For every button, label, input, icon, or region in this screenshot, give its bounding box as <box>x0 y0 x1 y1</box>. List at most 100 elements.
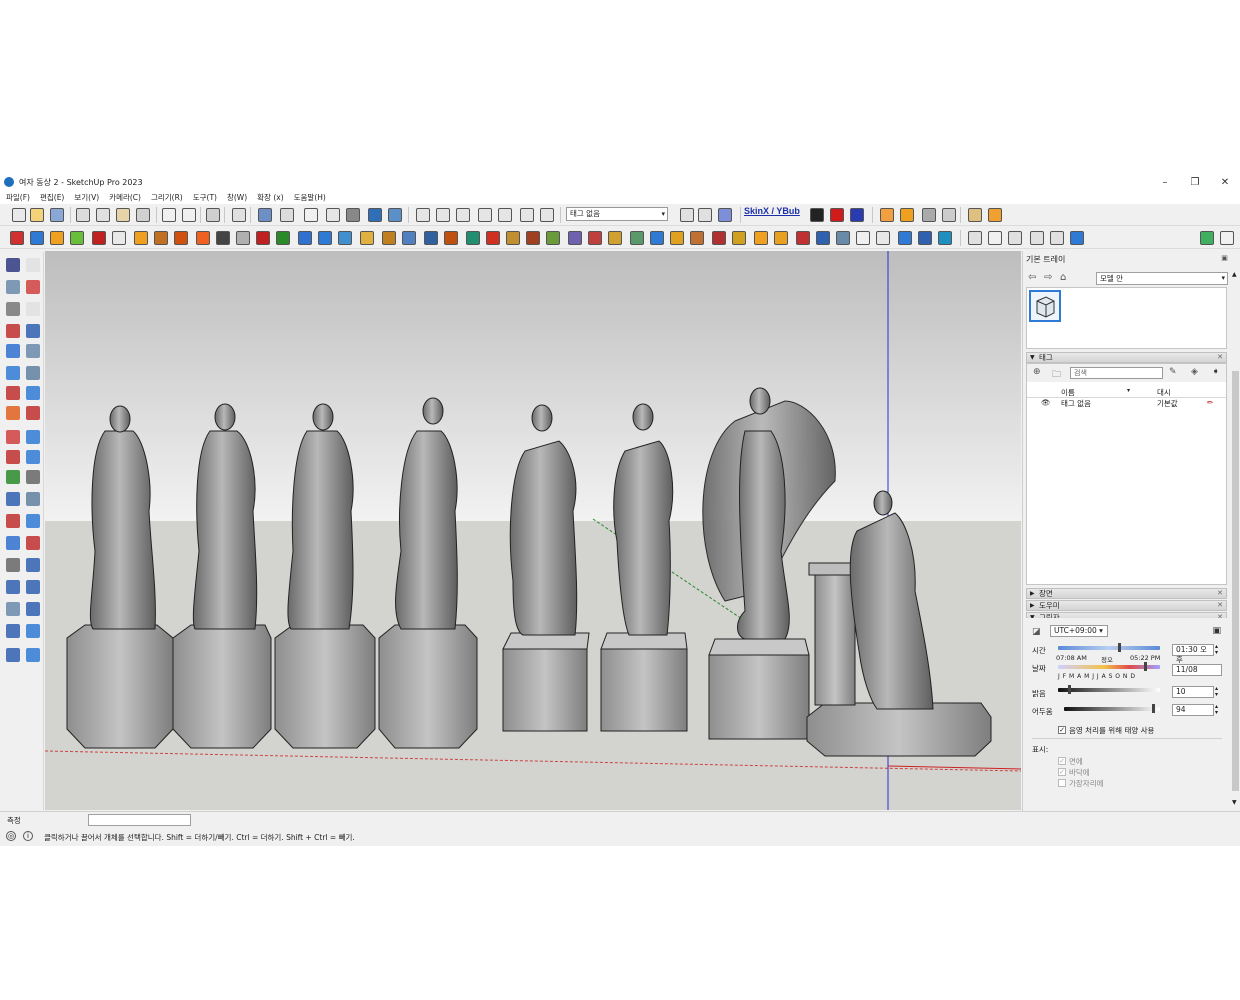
undo-icon[interactable] <box>162 208 176 222</box>
time-spinner-icon[interactable]: ▴ ▾ <box>1215 644 1218 656</box>
redo-icon[interactable] <box>182 208 196 222</box>
square-icon[interactable] <box>690 231 704 245</box>
time-input[interactable]: 01:30 오후 <box>1172 644 1214 664</box>
eraser-icon[interactable]: ✎ <box>1169 367 1177 377</box>
play-icon[interactable] <box>810 208 824 222</box>
edges-checkbox[interactable] <box>1058 779 1066 787</box>
spline-icon[interactable] <box>338 231 352 245</box>
section-plane-icon[interactable] <box>6 558 20 572</box>
move-icon[interactable] <box>506 231 520 245</box>
color-picker-icon[interactable] <box>1200 231 1214 245</box>
extension-icon[interactable] <box>1070 231 1084 245</box>
tag-row[interactable]: 👁 태그 없음 기본값 ✏ <box>1027 398 1226 409</box>
faces-checkbox[interactable]: ✓ <box>1058 757 1066 765</box>
layer-icon[interactable] <box>30 231 44 245</box>
component-icon[interactable] <box>968 231 982 245</box>
extrude-icon[interactable] <box>276 231 290 245</box>
protractor-icon[interactable] <box>26 492 40 506</box>
lasso-icon[interactable] <box>26 258 40 272</box>
cut-x-icon[interactable] <box>712 231 726 245</box>
tag-search-input[interactable]: 검색 <box>1070 367 1163 379</box>
open-folder-icon[interactable] <box>30 208 44 222</box>
text-icon[interactable] <box>6 536 20 550</box>
geo-pin-icon[interactable] <box>988 208 1002 222</box>
look-around-icon[interactable] <box>26 624 40 638</box>
color-by-tag-icon[interactable]: ◈ <box>1191 367 1198 377</box>
two-point-arc-icon[interactable] <box>26 406 40 420</box>
back-arrow-icon[interactable]: ⇦ <box>1028 272 1036 283</box>
curve-icon[interactable] <box>318 231 332 245</box>
menu-tools[interactable]: 도구(T) <box>193 192 217 203</box>
render-icon[interactable] <box>898 231 912 245</box>
timezone-select[interactable]: UTC+09:00 ▾ <box>1050 625 1108 637</box>
cross-icon[interactable] <box>382 231 396 245</box>
bottom-view-icon[interactable] <box>540 208 554 222</box>
sandbox-icon[interactable] <box>26 648 40 662</box>
text-icon[interactable] <box>236 231 250 245</box>
left-view-icon[interactable] <box>520 208 534 222</box>
push-pull-icon[interactable] <box>26 430 40 444</box>
arc-icon[interactable] <box>134 231 148 245</box>
copy-icon[interactable] <box>96 208 110 222</box>
scene-canvas[interactable] <box>45 251 1021 810</box>
animation-icon[interactable] <box>880 208 894 222</box>
back-view-icon[interactable] <box>498 208 512 222</box>
show-details-icon[interactable]: ▣ <box>1212 626 1221 636</box>
menu-file[interactable]: 파일(F) <box>6 192 30 203</box>
array-icon[interactable] <box>630 231 644 245</box>
close-icon[interactable]: ✕ <box>1217 601 1223 610</box>
ruby-red-icon[interactable] <box>92 231 106 245</box>
measurement-input[interactable] <box>88 814 191 826</box>
back-edges-icon[interactable] <box>280 208 294 222</box>
layout-icon[interactable] <box>856 231 870 245</box>
close-icon[interactable]: ✕ <box>1217 589 1223 598</box>
date-slider-handle[interactable] <box>1144 662 1147 671</box>
grid-icon[interactable] <box>216 231 230 245</box>
offset-icon[interactable] <box>196 231 210 245</box>
flag-icon[interactable] <box>256 231 270 245</box>
geo-location-icon[interactable]: ◎ <box>6 831 16 841</box>
home-icon[interactable]: ⌂ <box>1060 272 1066 283</box>
arc-3pt-icon[interactable] <box>6 406 20 420</box>
eraser-2-icon[interactable] <box>26 302 40 316</box>
light-slider[interactable] <box>1058 688 1160 692</box>
menu-camera[interactable]: 카메라(C) <box>109 192 141 203</box>
pencil-icon[interactable]: ✏ <box>1207 398 1213 407</box>
menu-extensions[interactable]: 확장 (x) <box>257 192 283 203</box>
use-sun-checkbox[interactable]: ✓ <box>1058 726 1066 734</box>
dark-spinner-icon[interactable]: ▴ ▾ <box>1215 704 1218 716</box>
wireframe-icon[interactable] <box>304 208 318 222</box>
scenes-section-header[interactable]: ▶ 장면 ✕ <box>1026 588 1227 599</box>
dark-input[interactable]: 94 <box>1172 704 1214 716</box>
play-animation-icon[interactable] <box>900 208 914 222</box>
check-icon[interactable] <box>988 231 1002 245</box>
triangle-icon[interactable] <box>444 231 458 245</box>
rotated-rect-icon[interactable] <box>26 344 40 358</box>
table-icon[interactable] <box>876 231 890 245</box>
menu-window[interactable]: 창(W) <box>227 192 247 203</box>
scale-icon[interactable] <box>6 470 20 484</box>
circle-icon[interactable] <box>6 366 20 380</box>
menu-draw[interactable]: 그리기(R) <box>151 192 183 203</box>
menu-view[interactable]: 보기(V) <box>74 192 99 203</box>
checkbox-icon[interactable] <box>774 231 788 245</box>
delete-icon[interactable] <box>136 208 150 222</box>
tag-tool-icon[interactable] <box>6 302 20 316</box>
snap-icon[interactable] <box>732 231 746 245</box>
section-display-icon[interactable] <box>698 208 712 222</box>
pattern-icon[interactable] <box>546 231 560 245</box>
rotate-icon[interactable] <box>6 450 20 464</box>
section-fill-icon[interactable] <box>718 208 732 222</box>
plus-icon[interactable] <box>360 231 374 245</box>
ground-checkbox[interactable]: ✓ <box>1058 768 1066 776</box>
freehand-icon[interactable] <box>26 324 40 338</box>
eraser-icon[interactable] <box>26 280 40 294</box>
ruby-icon[interactable] <box>10 231 24 245</box>
sync-icon[interactable] <box>816 231 830 245</box>
export-icon[interactable] <box>754 231 768 245</box>
rectangle-icon[interactable] <box>6 344 20 358</box>
print-icon[interactable] <box>206 208 220 222</box>
upload-icon[interactable] <box>1008 231 1022 245</box>
monochrome-icon[interactable] <box>388 208 402 222</box>
dimension-icon[interactable] <box>26 514 40 528</box>
